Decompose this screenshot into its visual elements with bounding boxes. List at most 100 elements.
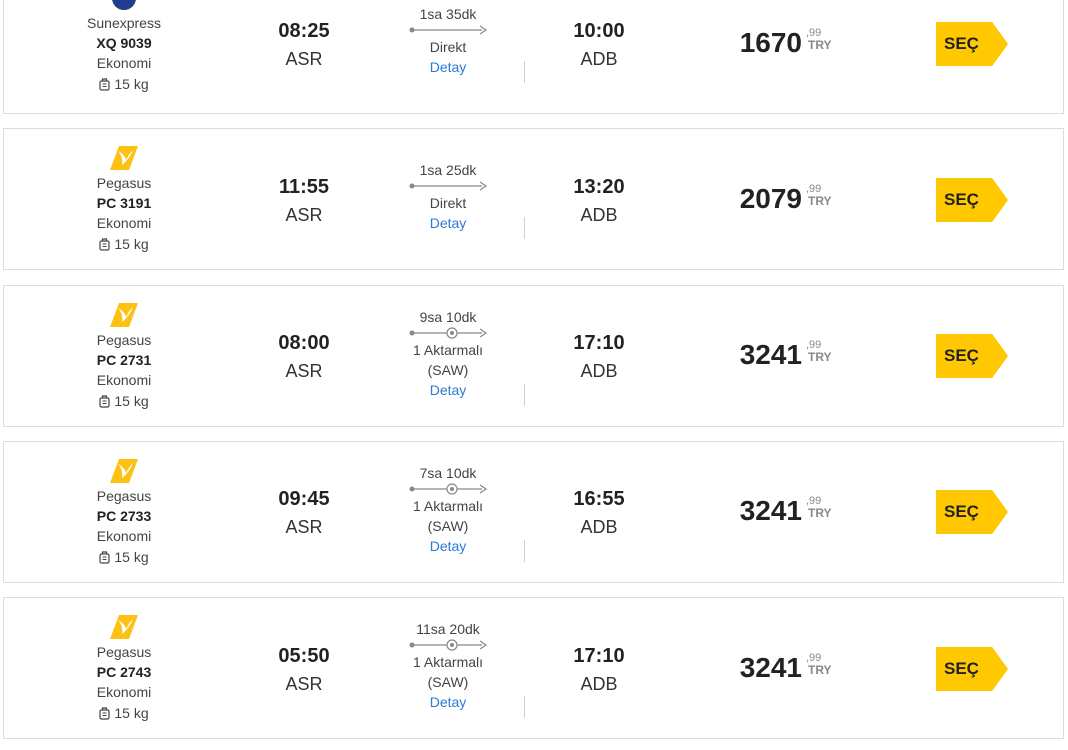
stop-info: Direkt	[429, 39, 467, 55]
airline-info: Sunexpress XQ 9039 Ekonomi 15 kg	[64, 0, 184, 95]
flight-duration: 7sa 10dk	[419, 465, 477, 481]
select-flight-button[interactable]: SEÇ	[936, 22, 1008, 66]
baggage-allowance: 15 kg	[64, 390, 184, 412]
departure-time: 11:55	[278, 176, 330, 198]
flight-card: Pegasus PC 2743 Ekonomi 15 kg 05:50 ASR …	[3, 597, 1064, 739]
luggage-icon	[99, 395, 110, 408]
flight-number: PC 2731	[96, 352, 152, 368]
stop-airport: (SAW)	[427, 362, 469, 378]
airline-name: Pegasus	[96, 332, 152, 348]
baggage-allowance: 15 kg	[64, 73, 184, 95]
detail-link[interactable]: Detay	[388, 380, 508, 400]
baggage-label: 15 kg	[114, 76, 149, 92]
luggage-icon	[99, 551, 110, 564]
price: 3241 ,99 TRY	[724, 648, 864, 688]
departure-time: 05:50	[278, 645, 330, 667]
divider	[524, 696, 525, 718]
route-info: 1sa 25dk Direkt Detay	[388, 161, 508, 233]
route-info: 11sa 20dk 1 Aktarmalı (SAW) Detay	[388, 620, 508, 712]
airline-info: Pegasus PC 2731 Ekonomi 15 kg	[64, 302, 184, 412]
stop-info: 1 Aktarmalı	[412, 342, 484, 358]
direct-route-line-icon	[409, 25, 488, 35]
cabin-class: Ekonomi	[96, 215, 152, 231]
price-amount: 3241	[739, 495, 802, 526]
baggage-label: 15 kg	[114, 236, 149, 252]
flight-card: Pegasus PC 3191 Ekonomi 15 kg 11:55 ASR …	[3, 128, 1064, 270]
cabin-class: Ekonomi	[96, 684, 152, 700]
arrival-airport: ADB	[580, 49, 618, 69]
airline-info: Pegasus PC 3191 Ekonomi 15 kg	[64, 145, 184, 255]
departure-airport: ASR	[285, 361, 323, 381]
flight-duration: 1sa 25dk	[419, 162, 477, 178]
price: 3241 ,99 TRY	[724, 335, 864, 375]
stop-airport: (SAW)	[427, 674, 469, 690]
detail-link[interactable]: Detay	[388, 536, 508, 556]
price-currency: TRY	[808, 350, 832, 364]
select-flight-button[interactable]: SEÇ	[936, 647, 1008, 691]
price-amount: 3241	[739, 339, 802, 370]
flight-number: PC 2743	[96, 664, 152, 680]
price: 3241 ,99 TRY	[724, 491, 864, 531]
departure: 08:25 ASR	[244, 17, 364, 73]
arrival-airport: ADB	[580, 674, 618, 694]
departure: 09:45 ASR	[244, 485, 364, 541]
divider	[524, 540, 525, 562]
cabin-class: Ekonomi	[96, 55, 152, 71]
select-flight-button[interactable]: SEÇ	[936, 178, 1008, 222]
baggage-label: 15 kg	[114, 705, 149, 721]
price-currency: TRY	[808, 38, 832, 52]
departure-airport: ASR	[285, 517, 323, 537]
price-amount: 2079	[739, 183, 802, 214]
divider	[524, 217, 525, 239]
arrival-time: 16:55	[573, 488, 625, 510]
connecting-route-line-icon	[409, 483, 488, 495]
pegasus-logo-icon	[110, 146, 138, 170]
luggage-icon	[99, 238, 110, 251]
price-currency: TRY	[808, 194, 832, 208]
departure-airport: ASR	[285, 205, 323, 225]
price-amount: 3241	[739, 652, 802, 683]
airline-info: Pegasus PC 2733 Ekonomi 15 kg	[64, 458, 184, 568]
stop-info: Direkt	[429, 195, 467, 211]
arrival: 10:00 ADB	[539, 17, 659, 73]
stop-info: 1 Aktarmalı	[412, 654, 484, 670]
flight-number: XQ 9039	[96, 35, 152, 51]
price: 1670 ,99 TRY	[724, 23, 864, 63]
detail-link[interactable]: Detay	[388, 213, 508, 233]
arrival-airport: ADB	[580, 517, 618, 537]
detail-link[interactable]: Detay	[388, 57, 508, 77]
airline-name: Sunexpress	[87, 15, 161, 31]
flight-duration: 9sa 10dk	[419, 309, 477, 325]
flight-number: PC 2733	[96, 508, 152, 524]
airline-info: Pegasus PC 2743 Ekonomi 15 kg	[64, 614, 184, 724]
flight-number: PC 3191	[96, 195, 152, 211]
route-info: 1sa 35dk Direkt Detay	[388, 5, 508, 77]
baggage-allowance: 15 kg	[64, 702, 184, 724]
select-flight-button[interactable]: SEÇ	[936, 334, 1008, 378]
departure-airport: ASR	[285, 674, 323, 694]
departure-time: 08:25	[278, 20, 330, 42]
pegasus-logo-icon	[110, 459, 138, 483]
arrival-airport: ADB	[580, 361, 618, 381]
flight-card: Pegasus PC 2733 Ekonomi 15 kg 09:45 ASR …	[3, 441, 1064, 583]
detail-link[interactable]: Detay	[388, 692, 508, 712]
flight-duration: 1sa 35dk	[419, 6, 477, 22]
route-info: 7sa 10dk 1 Aktarmalı (SAW) Detay	[388, 464, 508, 556]
arrival: 16:55 ADB	[539, 485, 659, 541]
divider	[524, 61, 525, 83]
route-info: 9sa 10dk 1 Aktarmalı (SAW) Detay	[388, 308, 508, 400]
price: 2079 ,99 TRY	[724, 179, 864, 219]
flight-card: Sunexpress XQ 9039 Ekonomi 15 kg 08:25 A…	[3, 0, 1064, 114]
price-amount: 1670	[739, 27, 802, 58]
departure-airport: ASR	[285, 49, 323, 69]
connecting-route-line-icon	[409, 639, 488, 651]
arrival-airport: ADB	[580, 205, 618, 225]
arrival: 17:10 ADB	[539, 329, 659, 385]
price-currency: TRY	[808, 506, 832, 520]
select-flight-button[interactable]: SEÇ	[936, 490, 1008, 534]
price-currency: TRY	[808, 663, 832, 677]
cabin-class: Ekonomi	[96, 528, 152, 544]
arrival: 17:10 ADB	[539, 642, 659, 698]
arrival-time: 17:10	[573, 645, 625, 667]
connecting-route-line-icon	[409, 327, 488, 339]
